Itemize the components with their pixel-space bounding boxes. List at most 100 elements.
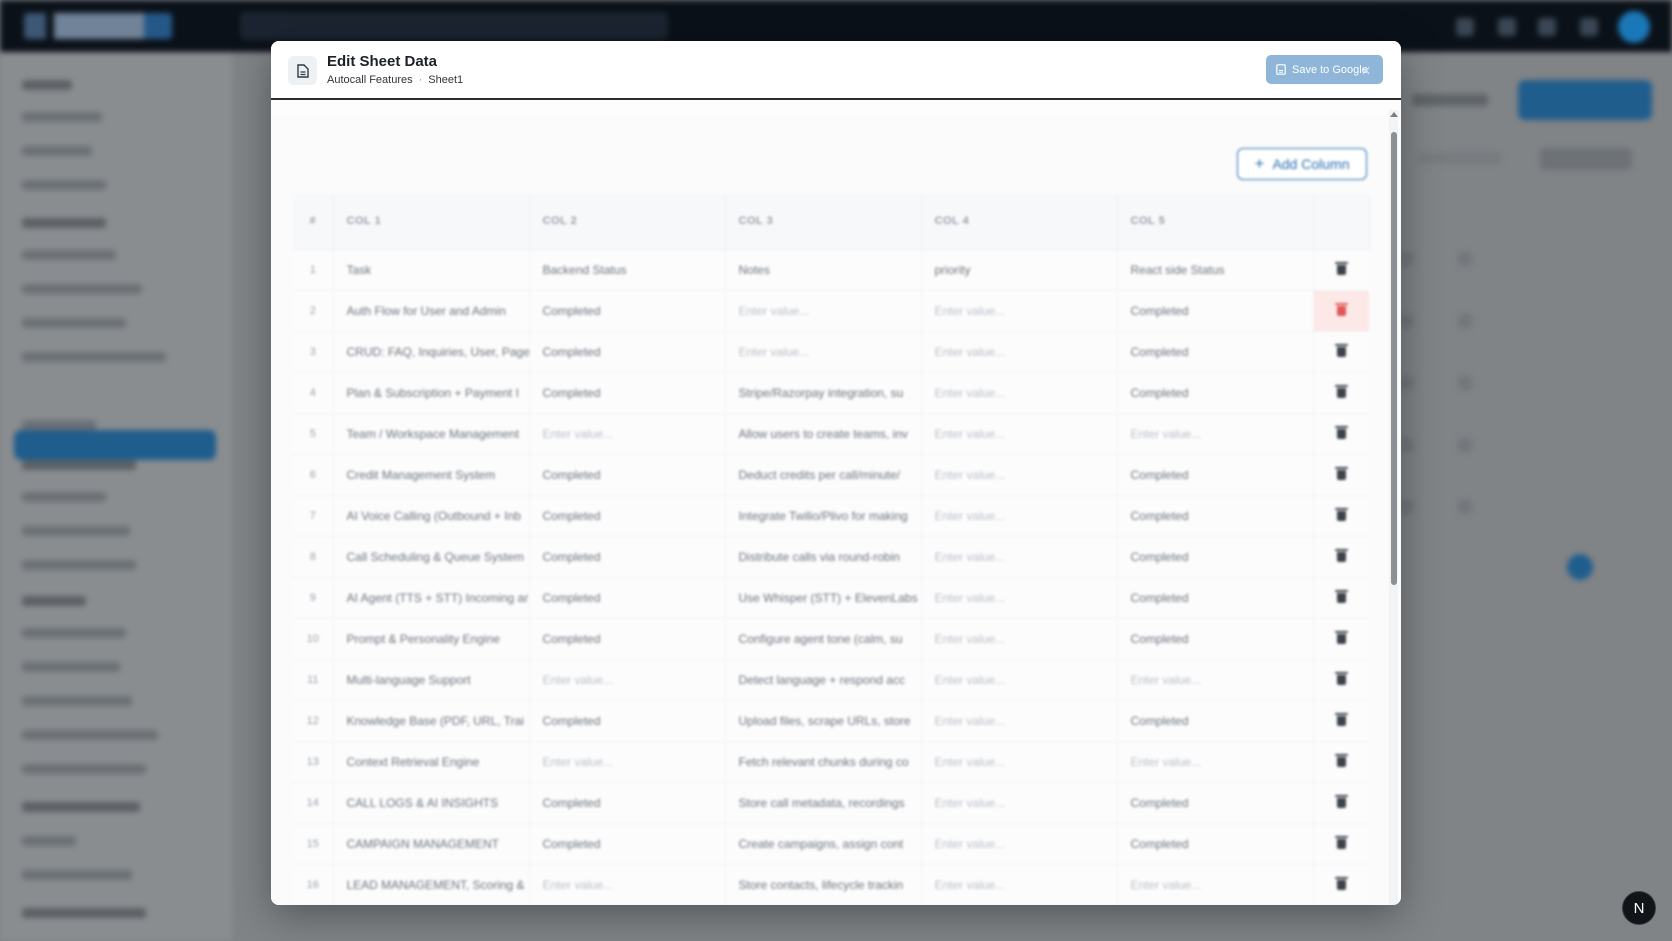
table-cell-c3[interactable]: Configure agent tone (calm, su xyxy=(725,618,922,660)
table-cell-c2[interactable]: Enter value... xyxy=(529,413,726,455)
table-cell-c5[interactable]: Completed xyxy=(1117,823,1314,865)
column-header[interactable]: COL 2 xyxy=(529,194,726,250)
delete-row-button[interactable] xyxy=(1313,823,1369,865)
table-cell-c3[interactable]: Detect language + respond acc xyxy=(725,659,922,701)
table-cell-c3[interactable]: Store call metadata, recordings xyxy=(725,782,922,824)
table-cell-c3[interactable]: Enter value... xyxy=(725,331,922,373)
table-cell-c1[interactable]: Knowledge Base (PDF, URL, Trai xyxy=(333,700,530,742)
scroll-up-arrow[interactable] xyxy=(1390,112,1398,117)
table-cell-c4[interactable]: Enter value... xyxy=(921,741,1118,783)
table-cell-c1[interactable]: AI Agent (TTS + STT) Incoming ar xyxy=(333,577,530,619)
delete-row-button[interactable] xyxy=(1313,413,1369,455)
scrollbar-thumb[interactable] xyxy=(1391,132,1397,585)
close-icon[interactable]: ✕ xyxy=(1361,65,1373,77)
table-cell-c2[interactable]: Completed xyxy=(529,823,726,865)
table-cell-c3[interactable]: Integrate Twilio/Plivo for making xyxy=(725,495,922,537)
delete-row-button[interactable] xyxy=(1313,495,1369,537)
table-cell-c5[interactable]: Completed xyxy=(1117,454,1314,496)
table-cell-c1[interactable]: Multi-language Support xyxy=(333,659,530,701)
table-cell-c2[interactable]: Completed xyxy=(529,372,726,414)
delete-row-button[interactable] xyxy=(1313,331,1369,373)
table-cell-c4[interactable]: Enter value... xyxy=(921,331,1118,373)
table-cell-c2[interactable]: Completed xyxy=(529,331,726,373)
table-cell-c2[interactable]: Backend Status xyxy=(529,249,726,291)
table-cell-c1[interactable]: Team / Workspace Management xyxy=(333,413,530,455)
table-cell-c3[interactable]: Store contacts, lifecycle trackin xyxy=(725,864,922,905)
table-cell-c1[interactable]: Task xyxy=(333,249,530,291)
table-cell-c5[interactable]: Completed xyxy=(1117,290,1314,332)
table-cell-c3[interactable]: Create campaigns, assign cont xyxy=(725,823,922,865)
table-cell-c4[interactable]: Enter value... xyxy=(921,618,1118,660)
table-cell-c2[interactable]: Completed xyxy=(529,290,726,332)
table-cell-c2[interactable]: Completed xyxy=(529,454,726,496)
table-cell-c1[interactable]: Context Retrieval Engine xyxy=(333,741,530,783)
table-cell-c5[interactable]: Completed xyxy=(1117,536,1314,578)
delete-row-button[interactable] xyxy=(1313,659,1369,701)
table-cell-c2[interactable]: Completed xyxy=(529,618,726,660)
table-cell-c4[interactable]: Enter value... xyxy=(921,290,1118,332)
table-cell-c5[interactable]: React side Status xyxy=(1117,249,1314,291)
delete-row-button[interactable] xyxy=(1313,741,1369,783)
table-cell-c2[interactable]: Completed xyxy=(529,577,726,619)
table-cell-c5[interactable]: Enter value... xyxy=(1117,659,1314,701)
table-cell-c3[interactable]: Notes xyxy=(725,249,922,291)
table-cell-c4[interactable]: priority xyxy=(921,249,1118,291)
table-cell-c4[interactable]: Enter value... xyxy=(921,536,1118,578)
delete-row-button[interactable] xyxy=(1313,249,1369,291)
table-cell-c2[interactable]: Completed xyxy=(529,495,726,537)
table-cell-c1[interactable]: Call Scheduling & Queue System xyxy=(333,536,530,578)
table-cell-c1[interactable]: LEAD MANAGEMENT, Scoring & xyxy=(333,864,530,905)
table-cell-c2[interactable]: Enter value... xyxy=(529,659,726,701)
column-header[interactable]: COL 3 xyxy=(725,194,922,250)
table-cell-c2[interactable]: Completed xyxy=(529,536,726,578)
delete-row-button[interactable] xyxy=(1313,536,1369,578)
table-cell-c4[interactable]: Enter value... xyxy=(921,823,1118,865)
table-cell-c3[interactable]: Use Whisper (STT) + ElevenLabs xyxy=(725,577,922,619)
delete-row-button[interactable] xyxy=(1313,864,1369,905)
table-cell-c4[interactable]: Enter value... xyxy=(921,413,1118,455)
table-cell-c5[interactable]: Enter value... xyxy=(1117,741,1314,783)
delete-row-button[interactable] xyxy=(1313,782,1369,824)
table-cell-c1[interactable]: CRUD: FAQ, Inquiries, User, Page xyxy=(333,331,530,373)
table-cell-c5[interactable]: Completed xyxy=(1117,495,1314,537)
table-cell-c4[interactable]: Enter value... xyxy=(921,782,1118,824)
delete-row-button[interactable] xyxy=(1313,290,1369,332)
delete-row-button[interactable] xyxy=(1313,454,1369,496)
table-cell-c1[interactable]: Credit Management System xyxy=(333,454,530,496)
table-cell-c2[interactable]: Completed xyxy=(529,782,726,824)
n-badge[interactable]: N xyxy=(1622,891,1656,925)
table-cell-c4[interactable]: Enter value... xyxy=(921,659,1118,701)
table-cell-c2[interactable]: Completed xyxy=(529,700,726,742)
table-cell-c4[interactable]: Enter value... xyxy=(921,495,1118,537)
table-cell-c1[interactable]: Auth Flow for User and Admin xyxy=(333,290,530,332)
add-column-button[interactable]: + Add Column xyxy=(1237,148,1367,180)
table-cell-c1[interactable]: CALL LOGS & AI INSIGHTS xyxy=(333,782,530,824)
table-cell-c2[interactable]: Enter value... xyxy=(529,864,726,905)
table-cell-c3[interactable]: Fetch relevant chunks during co xyxy=(725,741,922,783)
column-header[interactable]: COL 4 xyxy=(921,194,1118,250)
delete-row-button[interactable] xyxy=(1313,577,1369,619)
table-cell-c3[interactable]: Stripe/Razorpay integration, su xyxy=(725,372,922,414)
table-cell-c4[interactable]: Enter value... xyxy=(921,864,1118,905)
table-cell-c5[interactable]: Enter value... xyxy=(1117,413,1314,455)
table-cell-c3[interactable]: Deduct credits per call/minute/ xyxy=(725,454,922,496)
table-cell-c5[interactable]: Completed xyxy=(1117,372,1314,414)
table-cell-c5[interactable]: Completed xyxy=(1117,700,1314,742)
table-cell-c2[interactable]: Enter value... xyxy=(529,741,726,783)
table-cell-c3[interactable]: Enter value... xyxy=(725,290,922,332)
table-cell-c5[interactable]: Completed xyxy=(1117,618,1314,660)
delete-row-button[interactable] xyxy=(1313,372,1369,414)
table-cell-c1[interactable]: CAMPAIGN MANAGEMENT xyxy=(333,823,530,865)
table-cell-c1[interactable]: Plan & Subscription + Payment I xyxy=(333,372,530,414)
table-cell-c3[interactable]: Upload files, scrape URLs, store xyxy=(725,700,922,742)
table-cell-c1[interactable]: AI Voice Calling (Outbound + Inb xyxy=(333,495,530,537)
table-cell-c4[interactable]: Enter value... xyxy=(921,454,1118,496)
table-cell-c3[interactable]: Allow users to create teams, inv xyxy=(725,413,922,455)
table-cell-c1[interactable]: Prompt & Personality Engine xyxy=(333,618,530,660)
column-header[interactable]: COL 1 xyxy=(333,194,530,250)
table-cell-c5[interactable]: Completed xyxy=(1117,577,1314,619)
table-cell-c4[interactable]: Enter value... xyxy=(921,577,1118,619)
table-cell-c4[interactable]: Enter value... xyxy=(921,700,1118,742)
column-header[interactable]: COL 5 xyxy=(1117,194,1314,250)
table-cell-c4[interactable]: Enter value... xyxy=(921,372,1118,414)
